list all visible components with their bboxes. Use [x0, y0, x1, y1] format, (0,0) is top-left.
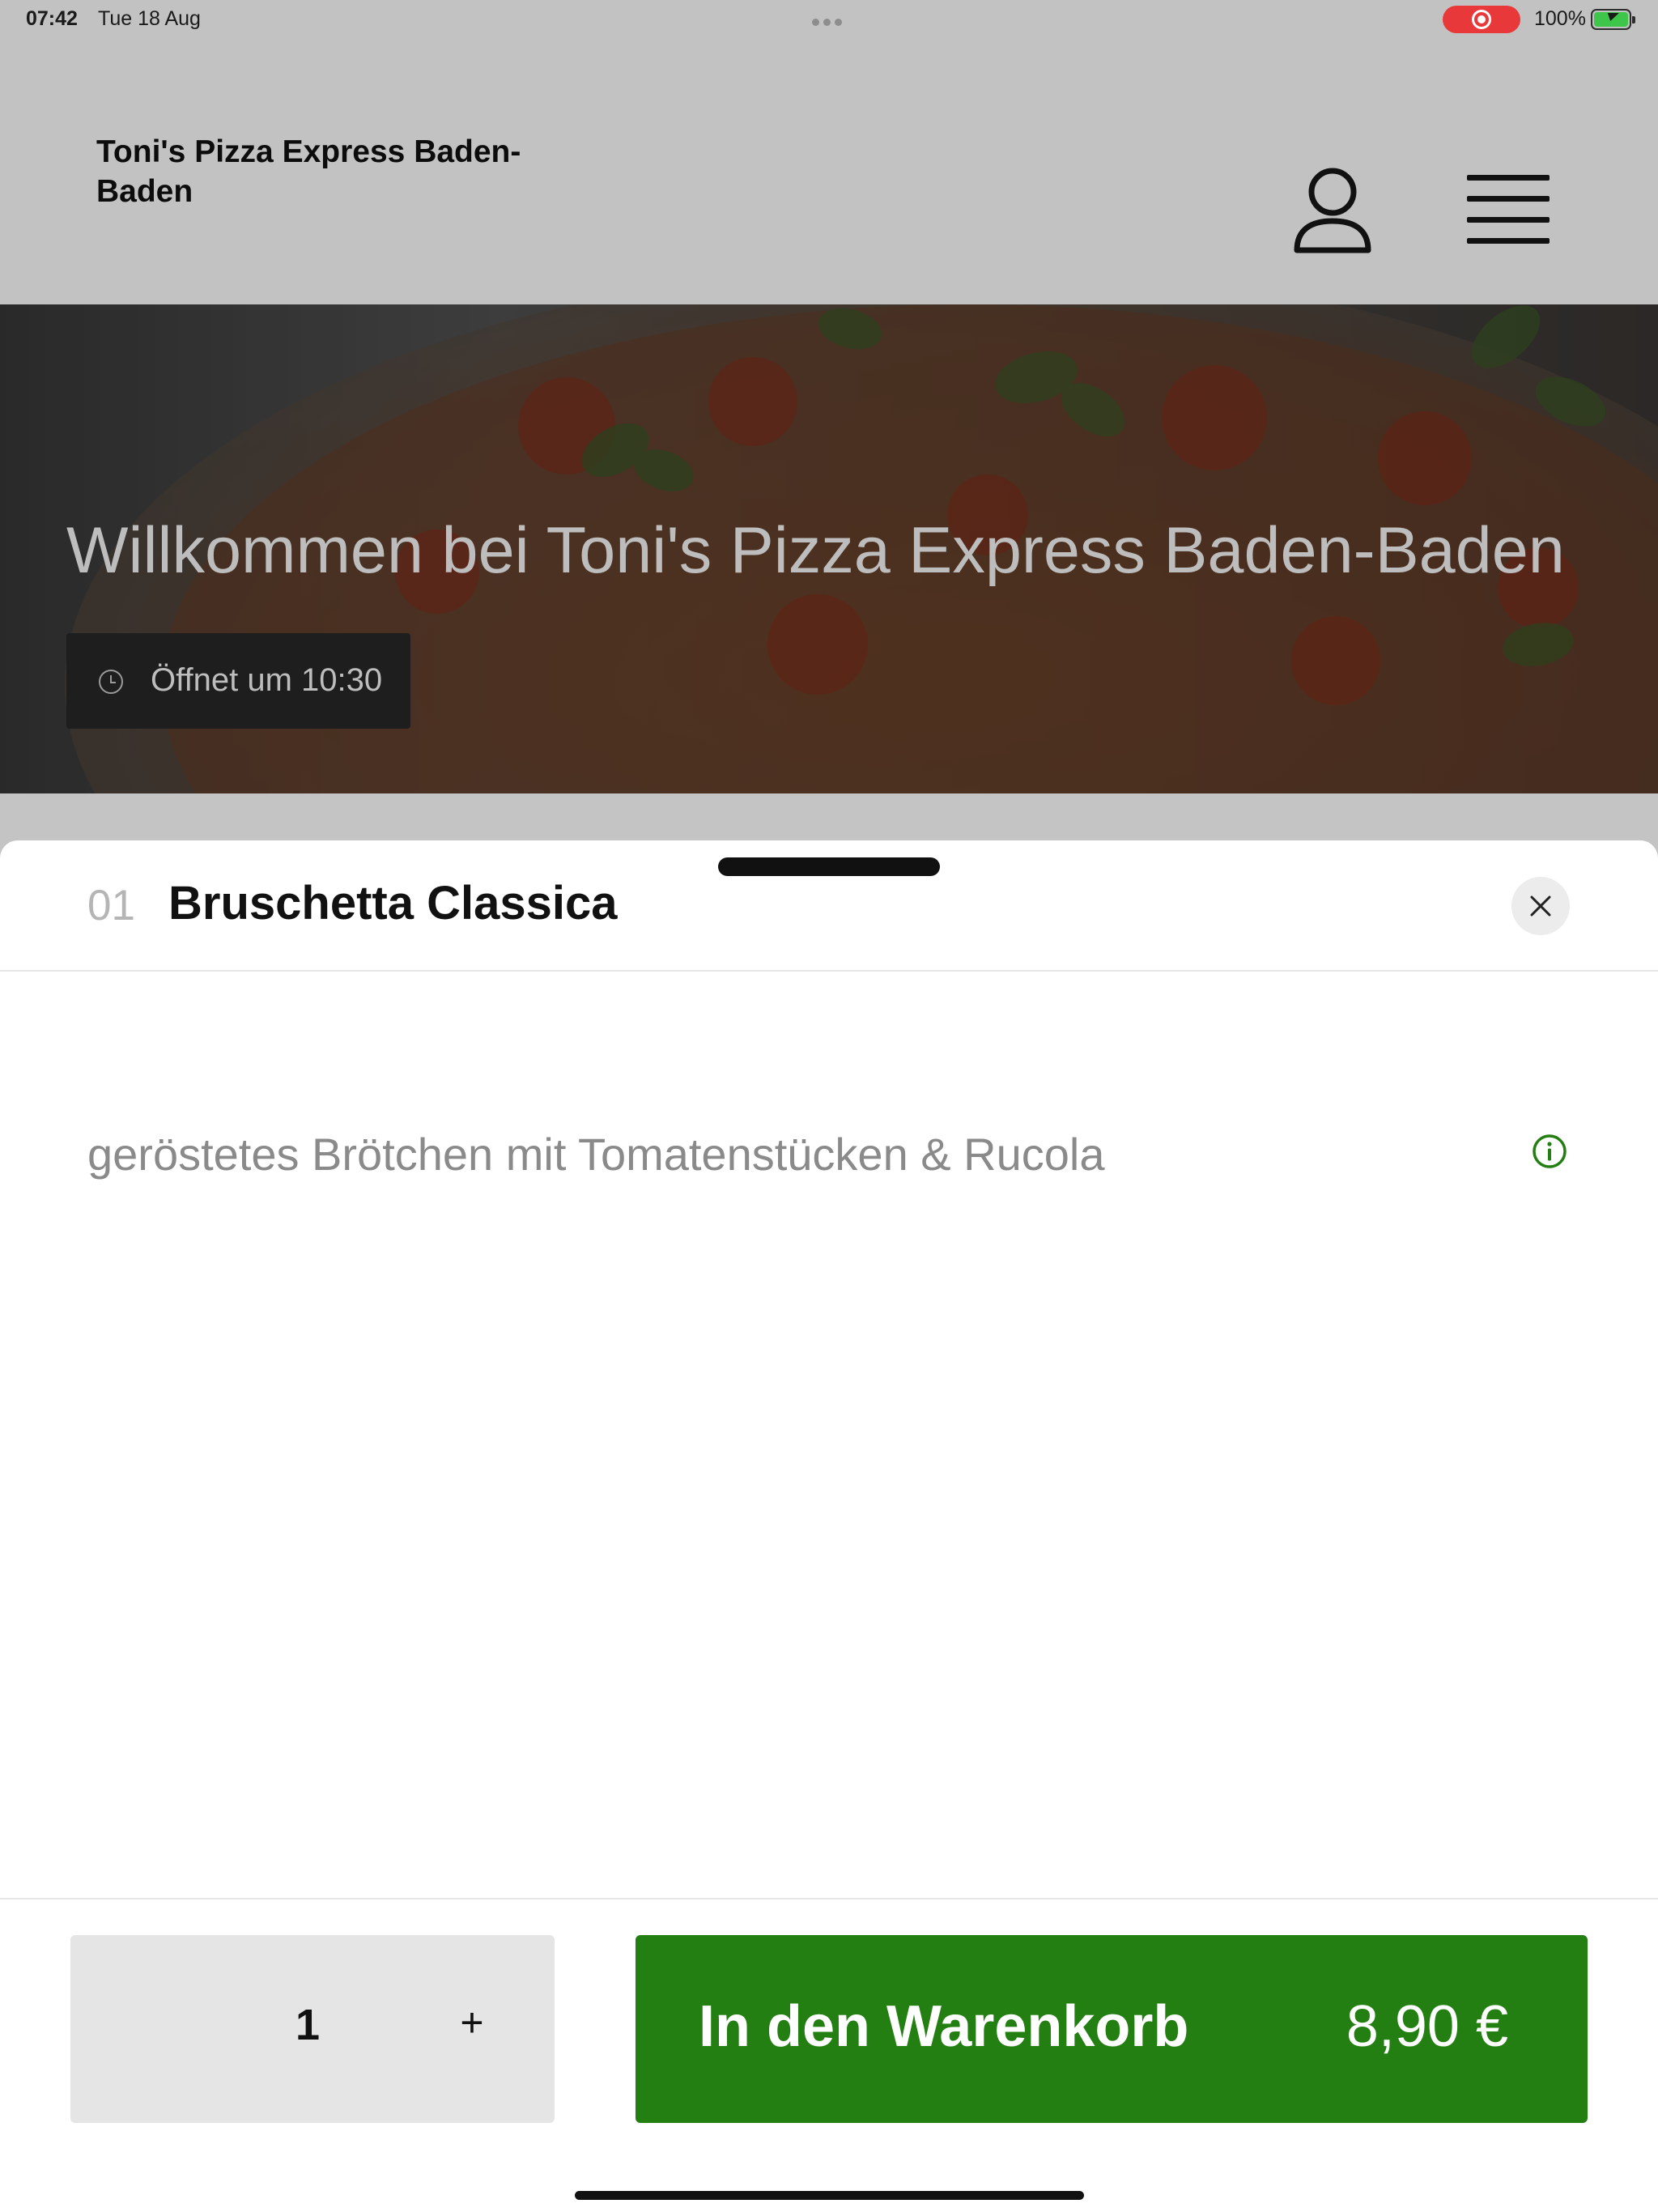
clock-icon	[99, 670, 123, 694]
divider	[0, 1898, 1658, 1899]
quantity-value: 1	[295, 2001, 321, 2049]
item-description: geröstetes Brötchen mit Tomatenstücken &…	[87, 1129, 1105, 1180]
hero-banner: Willkommen bei Toni's Pizza Express Bade…	[0, 304, 1658, 793]
close-button[interactable]	[1511, 877, 1570, 935]
brand-name[interactable]: Toni's Pizza Express Baden-Baden	[96, 132, 582, 211]
multitasking-dots-icon[interactable]	[812, 15, 848, 26]
battery-percent: 100%	[1534, 7, 1586, 30]
hero-title: Willkommen bei Toni's Pizza Express Bade…	[66, 514, 1565, 587]
item-number: 01	[87, 882, 135, 929]
battery-icon	[1591, 9, 1635, 30]
status-bar: 07:42 Tue 18 Aug 100%	[0, 0, 1658, 39]
item-price: 8,90 €	[1346, 1994, 1508, 2059]
product-detail-sheet: 01 Bruschetta Classica geröstetes Brötch…	[0, 840, 1658, 2212]
hamburger-menu-icon[interactable]	[1467, 175, 1550, 246]
item-title: Bruschetta Classica	[168, 877, 618, 929]
close-icon	[1530, 895, 1551, 917]
add-to-cart-label: In den Warenkorb	[699, 1994, 1189, 2059]
increment-button[interactable]: +	[448, 1998, 496, 2047]
status-time: 07:42	[26, 7, 78, 30]
sheet-grabber[interactable]	[718, 857, 940, 876]
add-to-cart-button[interactable]: In den Warenkorb 8,90 €	[636, 1935, 1588, 2123]
divider	[0, 970, 1658, 972]
home-indicator[interactable]	[575, 2191, 1084, 2200]
quantity-stepper: 1 +	[70, 1935, 555, 2123]
info-icon[interactable]	[1530, 1132, 1569, 1171]
screen-recording-icon[interactable]	[1443, 6, 1520, 33]
opening-hours-badge: Öffnet um 10:30	[66, 633, 410, 729]
opening-hours-text: Öffnet um 10:30	[151, 662, 383, 698]
user-icon[interactable]	[1292, 166, 1373, 257]
status-date: Tue 18 Aug	[98, 7, 201, 30]
site-header: Toni's Pizza Express Baden-Baden	[0, 39, 1658, 304]
